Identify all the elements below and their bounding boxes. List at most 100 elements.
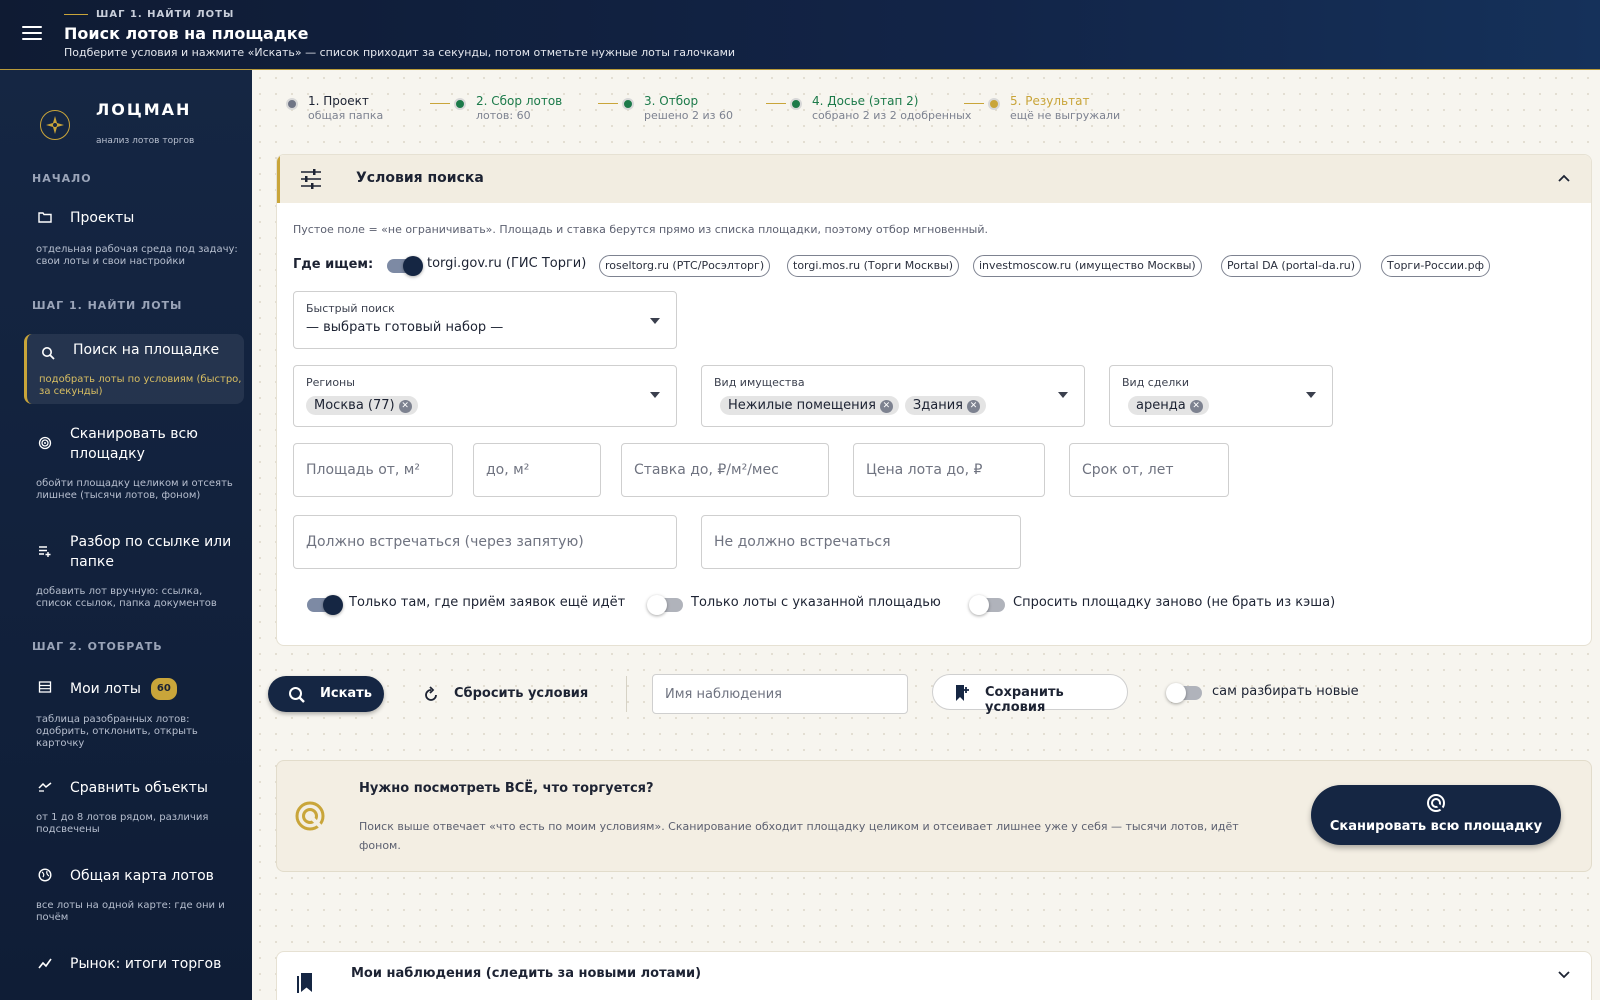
sidebar-item-desc: обойти площадку целиком и отсеять лишнее…	[36, 478, 233, 501]
scan-platform-button[interactable]: Сканировать всю площадку	[1311, 785, 1561, 845]
source-torgi-toggle[interactable]	[387, 256, 423, 276]
scan-platform-button-label: Сканировать всю площадку	[1329, 819, 1543, 834]
save-conditions-label: Сохранить условия	[985, 685, 1064, 715]
table-icon	[38, 681, 52, 693]
price-to-input[interactable]	[853, 443, 1045, 497]
scan-promo-card: Нужно посмотреть ВСЁ, что торгуется? Пои…	[276, 760, 1592, 872]
sidebar-item-market[interactable]: Рынок: итоги торгов	[24, 944, 244, 984]
with-area-toggle[interactable]	[647, 595, 683, 615]
header-step-tag-text: ШАГ 1. НАЙТИ ЛОТЫ	[96, 9, 235, 20]
step-title: 5. Результат	[1010, 94, 1090, 108]
compass-logo-icon	[40, 110, 70, 140]
must-contain-input[interactable]	[293, 515, 677, 569]
property-tag[interactable]: Здания ✕	[904, 396, 986, 415]
no-cache-label: Спросить площадку заново (не брать из кэ…	[1013, 595, 1336, 610]
property-tag-label: Нежилые помещения	[728, 398, 876, 413]
chevron-down-icon[interactable]	[1557, 970, 1571, 980]
source-chip-roseltorg[interactable]: roseltorg.ru (РТС/Росэлторг)	[599, 255, 771, 277]
must-not-contain-input[interactable]	[701, 515, 1021, 569]
step-title: 1. Проект	[308, 94, 369, 108]
region-tag-label: Москва (77)	[314, 398, 395, 413]
radar-icon	[38, 436, 52, 450]
menu-icon[interactable]	[22, 26, 42, 42]
page-title: Поиск лотов на площадке	[64, 24, 309, 43]
sidebar-item-compare[interactable]: Сравнить объекты от 1 до 8 лотов рядом, …	[24, 768, 244, 838]
sidebar-item-my-lots[interactable]: Мои лоты 60 таблица разобранных лотов: од…	[24, 668, 244, 752]
sidebar-item-map[interactable]: Общая карта лотов все лоты на одной карт…	[24, 856, 244, 926]
auto-parse-toggle[interactable]	[1166, 683, 1202, 703]
main-content: 1. Проект общая папка 2. Сбор лотов лото…	[252, 70, 1600, 1000]
brand-name: ЛОЦМАН	[96, 100, 192, 119]
regions-select[interactable]: Регионы Москва (77) ✕	[293, 365, 677, 427]
step-title: 4. Досье (этап 2)	[812, 94, 919, 108]
search-conditions-panel: Условия поиска Пустое поле = «не огранич…	[276, 154, 1592, 646]
sidebar-item-search[interactable]: Поиск на площадке подобрать лоты по усло…	[24, 334, 244, 404]
remove-tag-icon[interactable]: ✕	[1189, 400, 1203, 413]
divider	[626, 676, 627, 712]
search-button[interactable]: Искать	[268, 676, 384, 712]
deal-tag-label: аренда	[1136, 398, 1186, 413]
chevron-down-icon	[1058, 392, 1068, 398]
scan-card-description: Поиск выше отвечает «что есть по моим ус…	[359, 820, 1239, 852]
step-dot	[790, 98, 802, 110]
source-chip-torgi-rossii[interactable]: Торги-России.рф	[1381, 255, 1490, 277]
area-to-input[interactable]	[473, 443, 601, 497]
watches-panel[interactable]: Мои наблюдения (следить за новыми лотами…	[276, 951, 1592, 1000]
no-cache-toggle[interactable]	[969, 595, 1005, 615]
region-tag[interactable]: Москва (77) ✕	[306, 396, 418, 415]
sidebar-item-label: Рынок: итоги торгов	[70, 956, 222, 972]
source-chip-portal-da[interactable]: Portal DA (portal-da.ru)	[1221, 255, 1362, 277]
step-dot	[454, 98, 466, 110]
source-chip-investmoscow[interactable]: investmoscow.ru (имущество Москвы)	[973, 255, 1202, 277]
step-connector	[430, 103, 450, 104]
globe-icon	[38, 868, 52, 882]
compare-icon	[38, 782, 52, 792]
remove-tag-icon[interactable]: ✕	[398, 400, 412, 413]
step-dot	[622, 98, 634, 110]
deal-tag[interactable]: аренда ✕	[1128, 396, 1209, 415]
open-only-toggle[interactable]	[307, 595, 343, 615]
sidebar-item-desc: таблица разобранных лотов: одобрить, отк…	[36, 714, 198, 749]
remove-tag-icon[interactable]: ✕	[966, 400, 980, 413]
sidebar-item-parse-link[interactable]: Разбор по ссылке или папке добавить лот …	[24, 528, 244, 624]
area-from-input[interactable]	[293, 443, 453, 497]
property-type-select[interactable]: Вид имущества Нежилые помещения ✕ Здания ✕	[701, 365, 1085, 427]
term-from-input[interactable]	[1069, 443, 1229, 497]
sidebar-item-scan[interactable]: Сканировать всю площадку обойти площадку…	[24, 420, 244, 516]
sidebar-item-projects[interactable]: Проекты отдельная рабочая среда под зада…	[24, 198, 244, 274]
radar-icon	[1427, 794, 1445, 812]
header-step-tag: ШАГ 1. НАЙТИ ЛОТЫ	[64, 9, 234, 20]
property-tag[interactable]: Нежилые помещения ✕	[720, 396, 899, 415]
search-button-label: Искать	[320, 686, 372, 701]
deal-type-select[interactable]: Вид сделки аренда ✕	[1109, 365, 1333, 427]
chart-icon	[38, 958, 52, 969]
sidebar-item-label: Поиск на площадке	[73, 342, 220, 358]
source-chip-torgi-mos[interactable]: torgi.mos.ru (Торги Москвы)	[787, 255, 960, 277]
source-torgi-label: torgi.gov.ru (ГИС Торги)	[427, 256, 587, 271]
property-type-label: Вид имущества	[714, 376, 805, 389]
chevron-up-icon[interactable]	[1557, 173, 1571, 183]
chevron-down-icon	[1306, 392, 1316, 398]
section-heading-step1: ШАГ 1. НАЙТИ ЛОТЫ	[32, 299, 183, 312]
chevron-down-icon	[650, 392, 660, 398]
sidebar-item-desc: отдельная рабочая среда под задачу: свои…	[36, 244, 238, 267]
lots-count-badge: 60	[150, 678, 177, 700]
regions-label: Регионы	[306, 376, 355, 389]
save-conditions-button[interactable]: Сохранить условия	[932, 674, 1128, 715]
quick-search-select[interactable]: Быстрый поиск — выбрать готовый набор —	[293, 291, 677, 349]
step-connector	[964, 103, 984, 104]
reset-button-label: Сбросить условия	[454, 686, 589, 701]
sidebar-item-label: Сравнить объекты	[70, 780, 208, 796]
reset-button[interactable]: Сбросить условия	[420, 680, 590, 710]
property-tags: Нежилые помещения ✕ Здания ✕	[720, 394, 992, 415]
radar-icon	[295, 801, 325, 831]
remove-tag-icon[interactable]: ✕	[879, 400, 893, 413]
sidebar-item-label: Общая карта лотов	[70, 868, 214, 884]
step-connector	[598, 103, 618, 104]
sidebar-item-label: Мои лоты	[70, 681, 141, 697]
watch-name-input[interactable]	[652, 674, 908, 714]
rate-to-input[interactable]	[621, 443, 829, 497]
step-dot	[286, 98, 298, 110]
step-title: 3. Отбор	[644, 94, 699, 108]
panel-header[interactable]: Условия поиска	[277, 155, 1591, 203]
